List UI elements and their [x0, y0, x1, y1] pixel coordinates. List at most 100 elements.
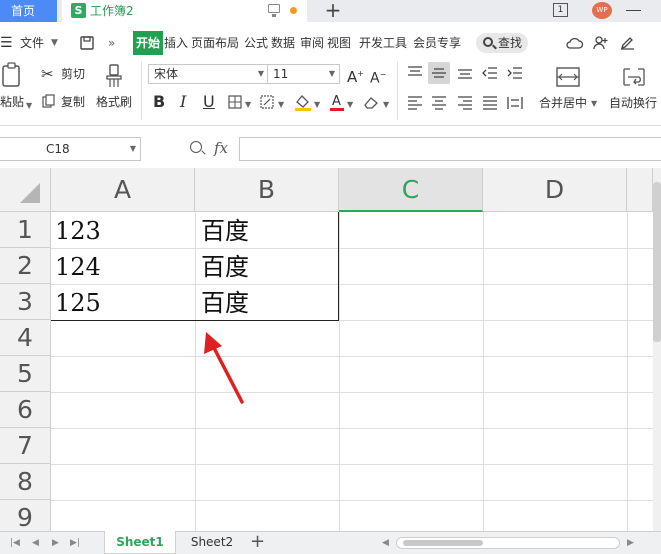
column-header-a[interactable]: A	[51, 168, 195, 212]
document-tab[interactable]: S 工作簿2	[62, 0, 307, 22]
format-painter-icon[interactable]	[104, 64, 124, 88]
underline-button[interactable]: U	[203, 93, 215, 111]
align-right-icon[interactable]	[457, 96, 473, 110]
chevron-down-icon[interactable]: ▼	[245, 100, 251, 109]
copy-button[interactable]: 复制	[61, 94, 85, 110]
wrap-text-icon[interactable]	[622, 66, 646, 88]
sheet-tab-sheet2[interactable]: Sheet2	[177, 531, 247, 554]
cell-b3[interactable]: 百度	[201, 286, 249, 320]
chevron-down-icon[interactable]: ▼	[314, 100, 320, 109]
chevron-down-icon[interactable]: ▼	[347, 100, 353, 109]
menu-item-page-layout[interactable]: 页面布局	[191, 31, 239, 55]
fill-color-icon[interactable]	[294, 93, 312, 111]
paste-dropdown-icon[interactable]: ▼	[26, 98, 32, 114]
menu-item-developer[interactable]: 开发工具	[359, 31, 407, 55]
copy-icon[interactable]	[42, 94, 56, 108]
align-left-icon[interactable]	[407, 96, 423, 110]
function-icon[interactable]: fx	[214, 138, 228, 158]
cell-b2[interactable]: 百度	[201, 250, 249, 284]
save-icon[interactable]	[80, 31, 96, 55]
zoom-icon[interactable]	[190, 141, 202, 153]
decrease-indent-icon[interactable]	[482, 66, 498, 80]
decrease-font-icon[interactable]: A−	[370, 66, 386, 88]
row-header[interactable]: 7	[0, 428, 51, 464]
align-top-icon[interactable]	[407, 66, 423, 80]
row-header[interactable]: 3	[0, 284, 51, 320]
menu-item-view[interactable]: 视图	[327, 31, 351, 55]
next-sheet-icon[interactable]: ▶	[52, 532, 59, 554]
wrap-text-button[interactable]: 自动换行	[609, 95, 657, 111]
cut-button[interactable]: 剪切	[61, 66, 85, 82]
chevron-down-icon[interactable]: ▼	[278, 100, 284, 109]
font-size-select[interactable]: 11 ▼	[267, 64, 340, 84]
chevron-down-icon[interactable]: ▼	[383, 100, 389, 109]
column-header-b[interactable]: B	[195, 168, 339, 212]
column-header-c[interactable]: C	[339, 168, 483, 212]
vertical-scroll-thumb[interactable]	[653, 182, 661, 342]
eraser-icon[interactable]	[363, 94, 379, 110]
vertical-scrollbar[interactable]	[653, 168, 661, 532]
distribute-icon[interactable]	[507, 96, 523, 110]
cell-a2[interactable]: 124	[55, 250, 101, 284]
row-header[interactable]: 6	[0, 392, 51, 428]
horizontal-scroll-thumb[interactable]	[403, 540, 483, 546]
name-box[interactable]: C18 ▼	[0, 137, 141, 161]
column-header-e[interactable]	[627, 168, 653, 212]
new-tab-button[interactable]: +	[322, 0, 344, 22]
merge-center-button[interactable]: 合并居中	[539, 95, 587, 111]
align-bottom-icon[interactable]	[457, 66, 473, 80]
increase-indent-icon[interactable]	[507, 66, 523, 80]
font-color-icon[interactable]: A	[329, 93, 345, 111]
file-menu[interactable]: 文件	[20, 31, 44, 55]
align-middle-icon[interactable]	[431, 66, 447, 80]
home-tab[interactable]: 首页	[0, 0, 57, 22]
row-header[interactable]: 4	[0, 320, 51, 356]
add-sheet-button[interactable]: +	[250, 532, 265, 552]
justify-icon[interactable]	[482, 96, 498, 110]
menu-item-home[interactable]: 开始	[133, 31, 164, 55]
sheet-tab-sheet1[interactable]: Sheet1	[104, 531, 176, 554]
user-avatar[interactable]: WP	[592, 2, 612, 19]
chevron-down-icon[interactable]: ▼	[51, 31, 58, 55]
row-header[interactable]: 1	[0, 212, 51, 248]
window-count-badge[interactable]: 1	[553, 3, 568, 17]
edit-icon[interactable]	[620, 31, 636, 55]
chevron-down-icon[interactable]: ▼	[130, 144, 136, 153]
search-button[interactable]: 查找	[476, 33, 528, 53]
share-user-icon[interactable]	[593, 31, 609, 55]
cell-a1[interactable]: 123	[55, 214, 101, 248]
cell-style-icon[interactable]	[260, 95, 274, 109]
format-painter-button[interactable]: 格式刷	[96, 94, 132, 110]
first-sheet-icon[interactable]: |◀	[10, 532, 20, 554]
row-header[interactable]: 5	[0, 356, 51, 392]
horizontal-scrollbar[interactable]	[396, 537, 620, 549]
column-header-d[interactable]: D	[483, 168, 627, 212]
merge-center-icon[interactable]	[555, 66, 581, 88]
paste-icon[interactable]	[0, 62, 28, 88]
align-center-icon[interactable]	[431, 96, 447, 110]
chevron-down-icon[interactable]: ▼	[591, 99, 597, 108]
cell-a3[interactable]: 125	[55, 286, 101, 320]
cell-b1[interactable]: 百度	[201, 214, 249, 248]
row-header[interactable]: 8	[0, 464, 51, 500]
menu-item-member[interactable]: 会员专享	[413, 31, 461, 55]
row-header[interactable]: 2	[0, 248, 51, 284]
select-all-corner[interactable]	[0, 168, 51, 212]
minimize-icon[interactable]	[626, 10, 641, 11]
menu-item-insert[interactable]: 插入	[164, 31, 188, 55]
increase-font-icon[interactable]: A+	[347, 65, 364, 86]
menu-item-data[interactable]: 数据	[271, 31, 295, 55]
prev-sheet-icon[interactable]: ◀	[32, 532, 39, 554]
scroll-left-icon[interactable]: ◀	[382, 532, 389, 554]
monitor-icon[interactable]	[268, 4, 280, 17]
more-chevron-icon[interactable]: »	[108, 31, 115, 55]
bold-button[interactable]: B	[153, 93, 165, 111]
menu-item-review[interactable]: 审阅	[300, 31, 324, 55]
cloud-icon[interactable]	[566, 31, 584, 55]
font-name-select[interactable]: 宋体 ▼	[148, 64, 269, 84]
italic-button[interactable]: I	[180, 93, 186, 111]
last-sheet-icon[interactable]: ▶|	[70, 532, 80, 554]
borders-icon[interactable]	[228, 95, 242, 109]
menu-item-formulas[interactable]: 公式	[244, 31, 268, 55]
formula-input[interactable]	[239, 137, 661, 161]
